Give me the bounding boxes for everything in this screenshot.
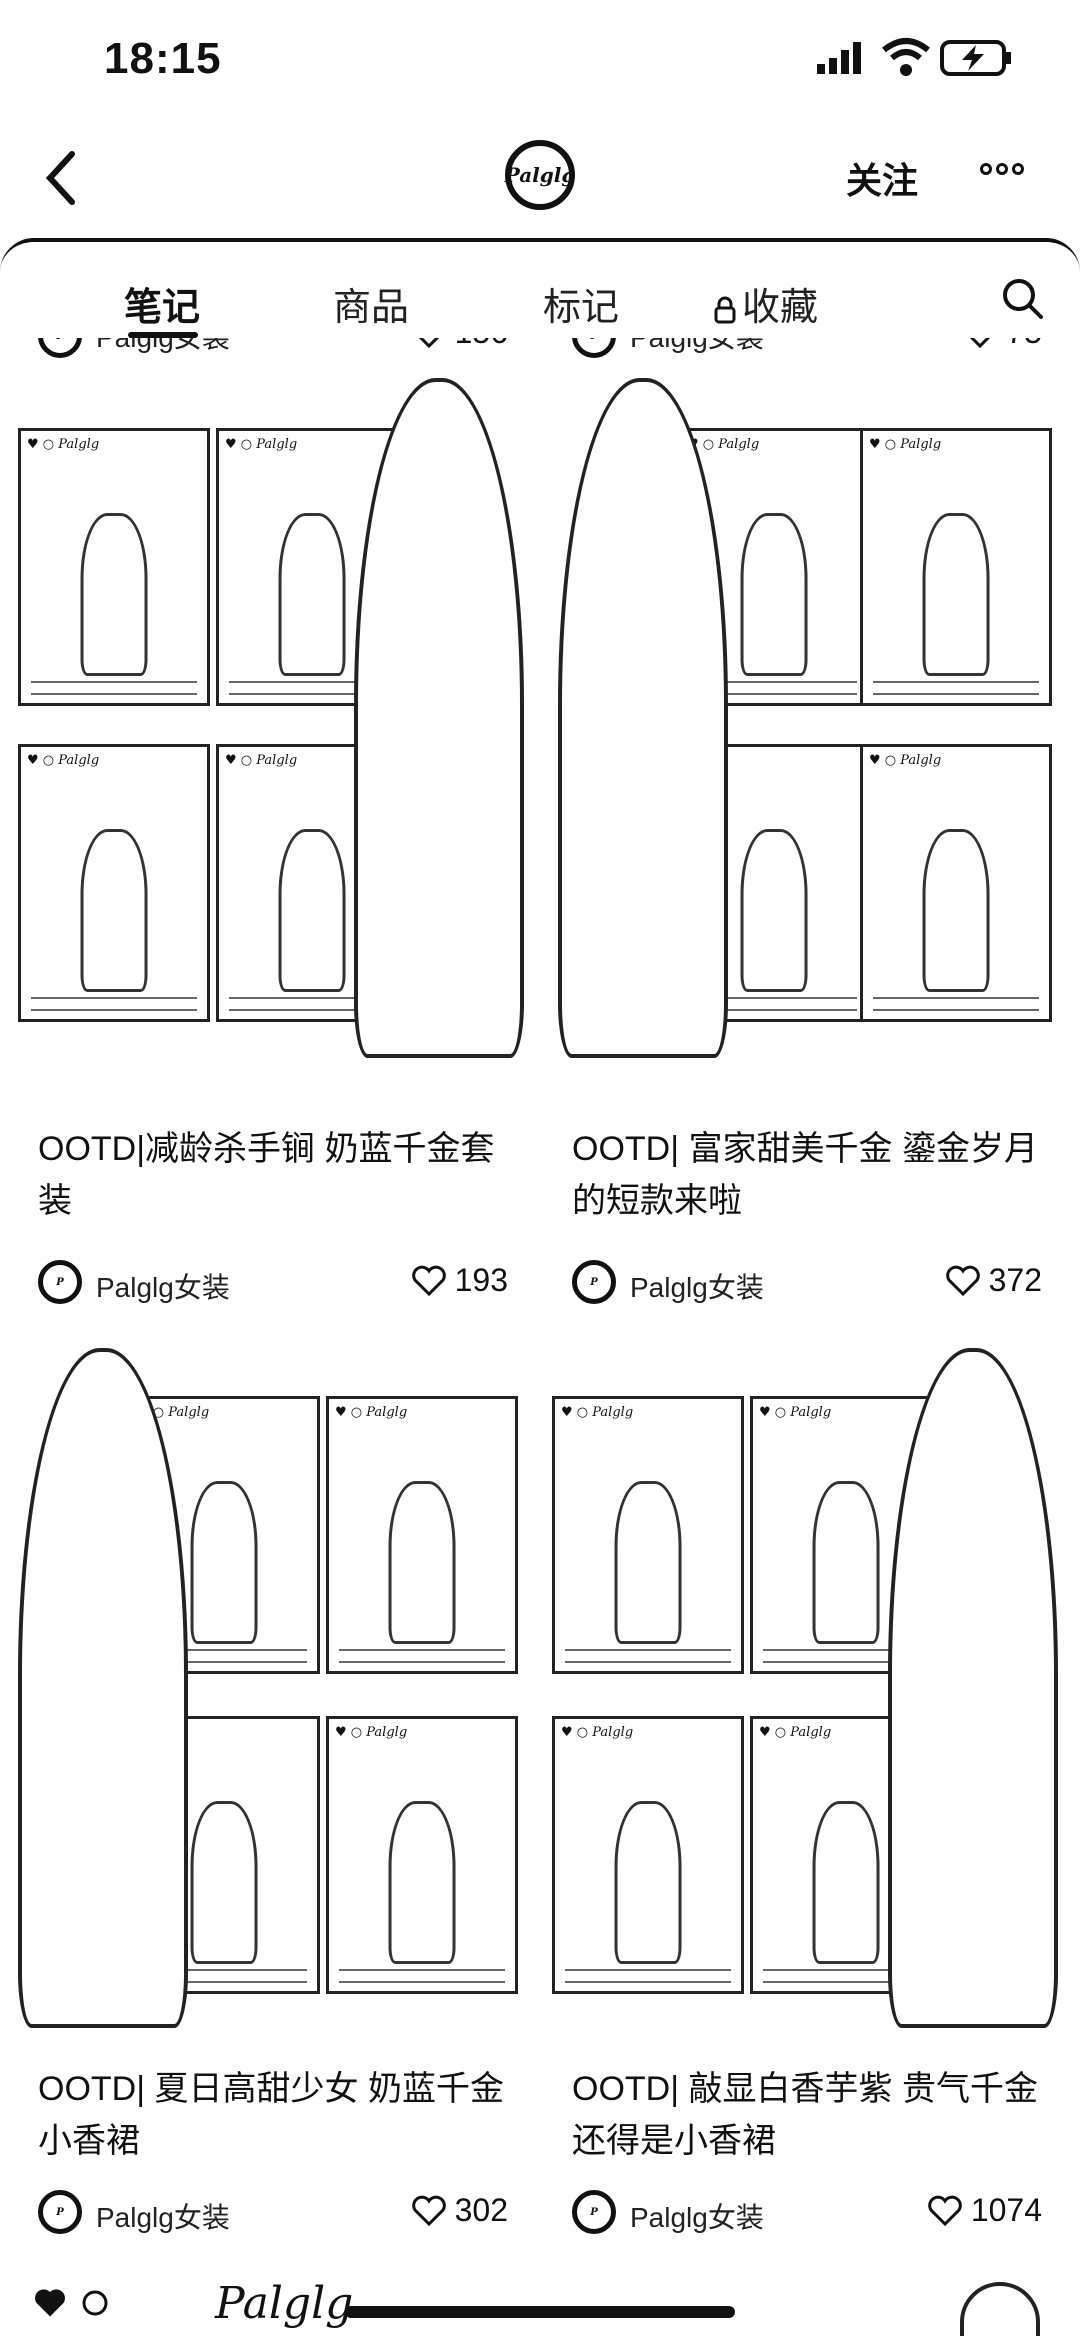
like-button[interactable]: 193 bbox=[411, 1262, 508, 1299]
heart-icon bbox=[35, 2289, 65, 2317]
author-name[interactable]: Palglg女装 bbox=[96, 2196, 230, 2236]
tab-bar: 笔记 商品 标记 收藏 bbox=[0, 242, 1080, 342]
notes-feed: P Palglg女装 156 P Palglg女装 75 ♥ ○ Palglg … bbox=[0, 338, 1080, 2336]
author-name: Palglg女装 bbox=[96, 338, 230, 356]
heart-icon bbox=[970, 338, 991, 348]
like-button[interactable]: 1074 bbox=[927, 2192, 1042, 2229]
note-title: OOTD| 夏日高甜少女 奶蓝千金小香裙 bbox=[38, 2070, 504, 2160]
comment-icon bbox=[82, 2290, 108, 2316]
brand-logo-text: Palglg bbox=[504, 163, 576, 187]
note-cover-image: ♥ ○ Palglg ♥ ○ Palglg Palglg ♥ ○ Palglg bbox=[14, 1338, 534, 2028]
list-item[interactable]: P Palglg女装 75 bbox=[572, 338, 1042, 358]
author-avatar[interactable]: P bbox=[572, 2190, 616, 2234]
more-dots-icon[interactable] bbox=[980, 162, 1036, 182]
like-count[interactable]: 75 bbox=[962, 338, 1042, 351]
status-bar: 18:15 bbox=[0, 0, 1080, 120]
heart-icon bbox=[418, 338, 439, 348]
author-avatar[interactable]: P bbox=[38, 1260, 82, 1304]
home-indicator[interactable] bbox=[345, 2306, 735, 2318]
note-meta: P Palglg女装 302 bbox=[38, 2188, 508, 2238]
note-cover-image: ♥ ○ Palglg ♥ ○ Palglg ♥ ○ Palglg ♥ ○ Pal… bbox=[548, 1338, 1068, 2028]
author-name[interactable]: Palglg女装 bbox=[630, 1266, 764, 1306]
note-meta: P Palglg女装 372 bbox=[572, 1258, 1042, 1308]
wifi-icon bbox=[882, 38, 930, 76]
signal-icon bbox=[817, 42, 861, 74]
brand-avatar[interactable]: Palglg bbox=[505, 140, 575, 210]
like-count-value: 156 bbox=[455, 338, 508, 351]
note-cover-image: ♥ ○ Palglg ♥ ○ Palglg ♥ ○ Palglg ♥ ○ Pal… bbox=[14, 378, 534, 1098]
note-title: OOTD| 敲显白香芋紫 贵气千金还得是小香裙 bbox=[572, 2070, 1038, 2160]
note-meta: P Palglg女装 193 bbox=[38, 1258, 508, 1308]
like-count: 193 bbox=[454, 1262, 508, 1298]
tab-products[interactable]: 商品 bbox=[333, 276, 409, 331]
list-item[interactable]: P Palglg女装 156 bbox=[38, 338, 508, 358]
tab-notes[interactable]: 笔记 bbox=[124, 276, 200, 331]
note-card[interactable]: ♥ ○ Palglg ♥ ○ Palglg ♥ ○ Palglg ♥ ○ Pal… bbox=[14, 378, 534, 1248]
author-name[interactable]: Palglg女装 bbox=[630, 2196, 764, 2236]
note-title: OOTD|减龄杀手锏 奶蓝千金套装 bbox=[38, 1130, 495, 1220]
like-count[interactable]: 156 bbox=[411, 338, 508, 351]
note-cover-image: ♥ ○ Palglg ♥ ○ Palglg Palglg ♥ ○ Palglg bbox=[548, 378, 1068, 1098]
note-meta: P Palglg女装 1074 bbox=[572, 2188, 1042, 2238]
peek-brand: Palglg bbox=[215, 2278, 354, 2329]
heart-icon bbox=[945, 1265, 980, 1296]
note-card[interactable]: ♥ ○ Palglg ♥ ○ Palglg ♥ ○ Palglg ♥ ○ Pal… bbox=[548, 1338, 1068, 2168]
like-count: 302 bbox=[454, 2192, 508, 2228]
like-button[interactable]: 302 bbox=[411, 2192, 508, 2229]
author-name[interactable]: Palglg女装 bbox=[96, 1266, 230, 1306]
author-name: Palglg女装 bbox=[630, 338, 764, 356]
heart-icon bbox=[928, 2195, 962, 2226]
tab-marks[interactable]: 标记 bbox=[543, 276, 619, 331]
follow-button[interactable]: 关注 bbox=[846, 152, 918, 204]
like-count-value: 75 bbox=[1006, 338, 1042, 351]
author-avatar[interactable]: P bbox=[38, 2190, 82, 2234]
note-card[interactable]: ♥ ○ Palglg ♥ ○ Palglg Palglg ♥ ○ Palglg … bbox=[14, 1338, 534, 2168]
heart-icon bbox=[411, 2195, 446, 2226]
heart-icon bbox=[411, 1265, 446, 1296]
tab-favorites-label: 收藏 bbox=[742, 287, 819, 329]
chevron-left-icon[interactable] bbox=[40, 148, 80, 208]
note-card[interactable]: ♥ ○ Palglg ♥ ○ Palglg Palglg ♥ ○ Palglg … bbox=[548, 378, 1068, 1248]
status-time: 18:15 bbox=[104, 34, 222, 83]
author-avatar: P bbox=[572, 338, 616, 358]
peek-model bbox=[960, 2282, 1040, 2336]
search-icon[interactable] bbox=[1000, 276, 1044, 320]
author-avatar[interactable]: P bbox=[572, 1260, 616, 1304]
top-nav: Palglg 关注 bbox=[0, 120, 1080, 230]
battery-charging-icon bbox=[940, 40, 1011, 76]
note-title: OOTD| 富家甜美千金 鎏金岁月的短款来啦 bbox=[572, 1130, 1038, 1220]
author-avatar: P bbox=[38, 338, 82, 358]
like-count: 372 bbox=[988, 1262, 1042, 1298]
tab-favorites[interactable]: 收藏 bbox=[714, 276, 818, 331]
like-button[interactable]: 372 bbox=[945, 1262, 1042, 1299]
like-count: 1074 bbox=[970, 2192, 1042, 2228]
lock-icon bbox=[714, 296, 736, 324]
